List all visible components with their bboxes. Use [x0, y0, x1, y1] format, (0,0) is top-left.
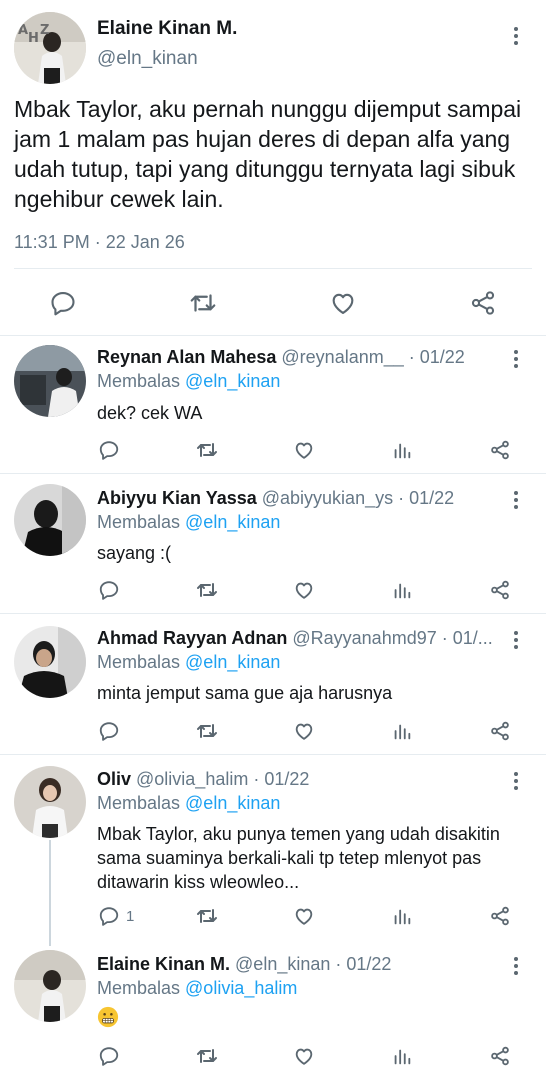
- more-options-icon[interactable]: [506, 24, 526, 48]
- avatar[interactable]: [14, 626, 86, 698]
- reply-count: 1: [126, 907, 135, 925]
- reply-handle-date: @eln_kinan · 01/22: [230, 954, 392, 974]
- thread-connector: [49, 840, 51, 946]
- reply-handle-date: @abiyyukian_ys · 01/22: [256, 488, 455, 508]
- avatar[interactable]: [14, 484, 86, 556]
- tweet-actions: [0, 286, 546, 320]
- avatar[interactable]: [14, 950, 86, 1022]
- reply-tweet[interactable]: Reynan Alan Mahesa @reynalanm__ · 01/22 …: [0, 337, 546, 473]
- mention-link[interactable]: @olivia_halim: [185, 978, 297, 998]
- like-icon[interactable]: [293, 904, 315, 928]
- analytics-icon[interactable]: [391, 578, 413, 602]
- reply-header: Ahmad Rayyan Adnan @Rayyanahmd97 · 01/..…: [97, 628, 502, 649]
- reply-tweet[interactable]: Ahmad Rayyan Adnan @Rayyanahmd97 · 01/..…: [0, 614, 546, 754]
- reply-actions: [0, 719, 546, 743]
- analytics-icon[interactable]: [391, 719, 413, 743]
- avatar[interactable]: [14, 345, 86, 417]
- svg-text:H: H: [28, 31, 39, 46]
- reply-tweet[interactable]: Oliv @olivia_halim · 01/22 Membalas @eln…: [0, 755, 546, 935]
- replying-prefix: Membalas: [97, 793, 186, 813]
- replying-to: Membalas @eln_kinan: [97, 371, 280, 392]
- reply-text: sayang :(: [97, 543, 172, 563]
- more-options-icon[interactable]: [506, 488, 526, 512]
- retweet-icon[interactable]: [195, 1044, 219, 1068]
- more-options-icon[interactable]: [506, 628, 526, 652]
- reply-text: minta jemput sama gue aja harusnya: [97, 683, 393, 703]
- retweet-icon[interactable]: [186, 286, 220, 320]
- reply-actions: [0, 1044, 546, 1068]
- share-icon[interactable]: [489, 438, 511, 462]
- tweet-text: Mbak Taylor, aku pernah nunggu dijemput …: [14, 96, 522, 212]
- reply-icon[interactable]: [98, 1044, 126, 1068]
- like-icon[interactable]: [326, 286, 360, 320]
- retweet-icon[interactable]: [195, 438, 219, 462]
- reply-author-name[interactable]: Abiyyu Kian Yassa: [97, 488, 257, 508]
- more-options-icon[interactable]: [506, 769, 526, 793]
- mention-link[interactable]: @eln_kinan: [185, 371, 280, 391]
- mention-link[interactable]: @eln_kinan: [185, 793, 280, 813]
- share-icon[interactable]: [489, 904, 511, 928]
- reply-header: Elaine Kinan M. @eln_kinan · 01/22: [97, 954, 502, 975]
- replying-to: Membalas @eln_kinan: [97, 793, 280, 814]
- reply-header: Abiyyu Kian Yassa @abiyyukian_ys · 01/22: [97, 488, 502, 509]
- replying-to: Membalas @eln_kinan: [97, 512, 280, 533]
- reply-author-name[interactable]: Ahmad Rayyan Adnan: [97, 628, 287, 648]
- reply-text: dek? cek WA: [97, 403, 203, 423]
- share-icon[interactable]: [489, 1044, 511, 1068]
- reply-actions: 1: [0, 904, 546, 928]
- main-tweet: A H Z Elaine Kinan M. @eln_kinan Mbak Ta…: [0, 0, 546, 336]
- retweet-icon[interactable]: [195, 719, 219, 743]
- reply-icon[interactable]: [98, 719, 126, 743]
- reply-handle-date: @Rayyanahmd97 · 01/...: [287, 628, 493, 648]
- grimacing-face-icon: [97, 1006, 119, 1028]
- replying-prefix: Membalas: [97, 512, 186, 532]
- reply-author-name[interactable]: Oliv: [97, 769, 131, 789]
- retweet-icon[interactable]: [195, 578, 219, 602]
- analytics-icon[interactable]: [391, 1044, 413, 1068]
- author-avatar[interactable]: A H Z: [14, 12, 86, 84]
- share-icon[interactable]: [489, 578, 511, 602]
- reply-actions: [0, 578, 546, 602]
- divider: [14, 268, 532, 269]
- reply-header: Oliv @olivia_halim · 01/22: [97, 769, 502, 790]
- reply-icon[interactable]: [98, 438, 126, 462]
- reply-handle-date: @olivia_halim · 01/22: [131, 769, 310, 789]
- retweet-icon[interactable]: [195, 904, 219, 928]
- reply-author-name[interactable]: Reynan Alan Mahesa: [97, 347, 276, 367]
- replying-prefix: Membalas: [97, 978, 186, 998]
- share-icon[interactable]: [489, 719, 511, 743]
- mention-link[interactable]: @eln_kinan: [185, 652, 280, 672]
- reply-icon[interactable]: 1: [98, 904, 134, 928]
- replying-prefix: Membalas: [97, 652, 186, 672]
- like-icon[interactable]: [293, 578, 315, 602]
- like-icon[interactable]: [293, 1044, 315, 1068]
- analytics-icon[interactable]: [391, 904, 413, 928]
- reply-header: Reynan Alan Mahesa @reynalanm__ · 01/22: [97, 347, 502, 368]
- reply-text: [97, 1006, 537, 1034]
- like-icon[interactable]: [293, 719, 315, 743]
- reply-handle-date: @reynalanm__ · 01/22: [276, 347, 465, 367]
- reply-author-name[interactable]: Elaine Kinan M.: [97, 954, 230, 974]
- author-name[interactable]: Elaine Kinan M.: [97, 18, 237, 40]
- reply-icon[interactable]: [46, 286, 80, 320]
- svg-text:Z: Z: [40, 23, 49, 38]
- replying-prefix: Membalas: [97, 371, 186, 391]
- more-options-icon[interactable]: [506, 347, 526, 371]
- replying-to: Membalas @olivia_halim: [97, 978, 297, 999]
- reply-icon[interactable]: [98, 578, 126, 602]
- more-options-icon[interactable]: [506, 954, 526, 978]
- svg-text:A: A: [18, 23, 28, 38]
- replying-to: Membalas @eln_kinan: [97, 652, 280, 673]
- author-handle[interactable]: @eln_kinan: [97, 48, 198, 70]
- tweet-timestamp: 11:31 PM · 22 Jan 26: [14, 232, 185, 252]
- share-icon[interactable]: [466, 286, 500, 320]
- mention-link[interactable]: @eln_kinan: [185, 512, 280, 532]
- avatar[interactable]: [14, 766, 86, 838]
- reply-text: Mbak Taylor, aku punya temen yang udah d…: [97, 824, 500, 892]
- reply-tweet[interactable]: Abiyyu Kian Yassa @abiyyukian_ys · 01/22…: [0, 474, 546, 614]
- like-icon[interactable]: [293, 438, 315, 462]
- reply-tweet[interactable]: Elaine Kinan M. @eln_kinan · 01/22 Memba…: [0, 938, 546, 1080]
- analytics-icon[interactable]: [391, 438, 413, 462]
- reply-actions: [0, 438, 546, 462]
